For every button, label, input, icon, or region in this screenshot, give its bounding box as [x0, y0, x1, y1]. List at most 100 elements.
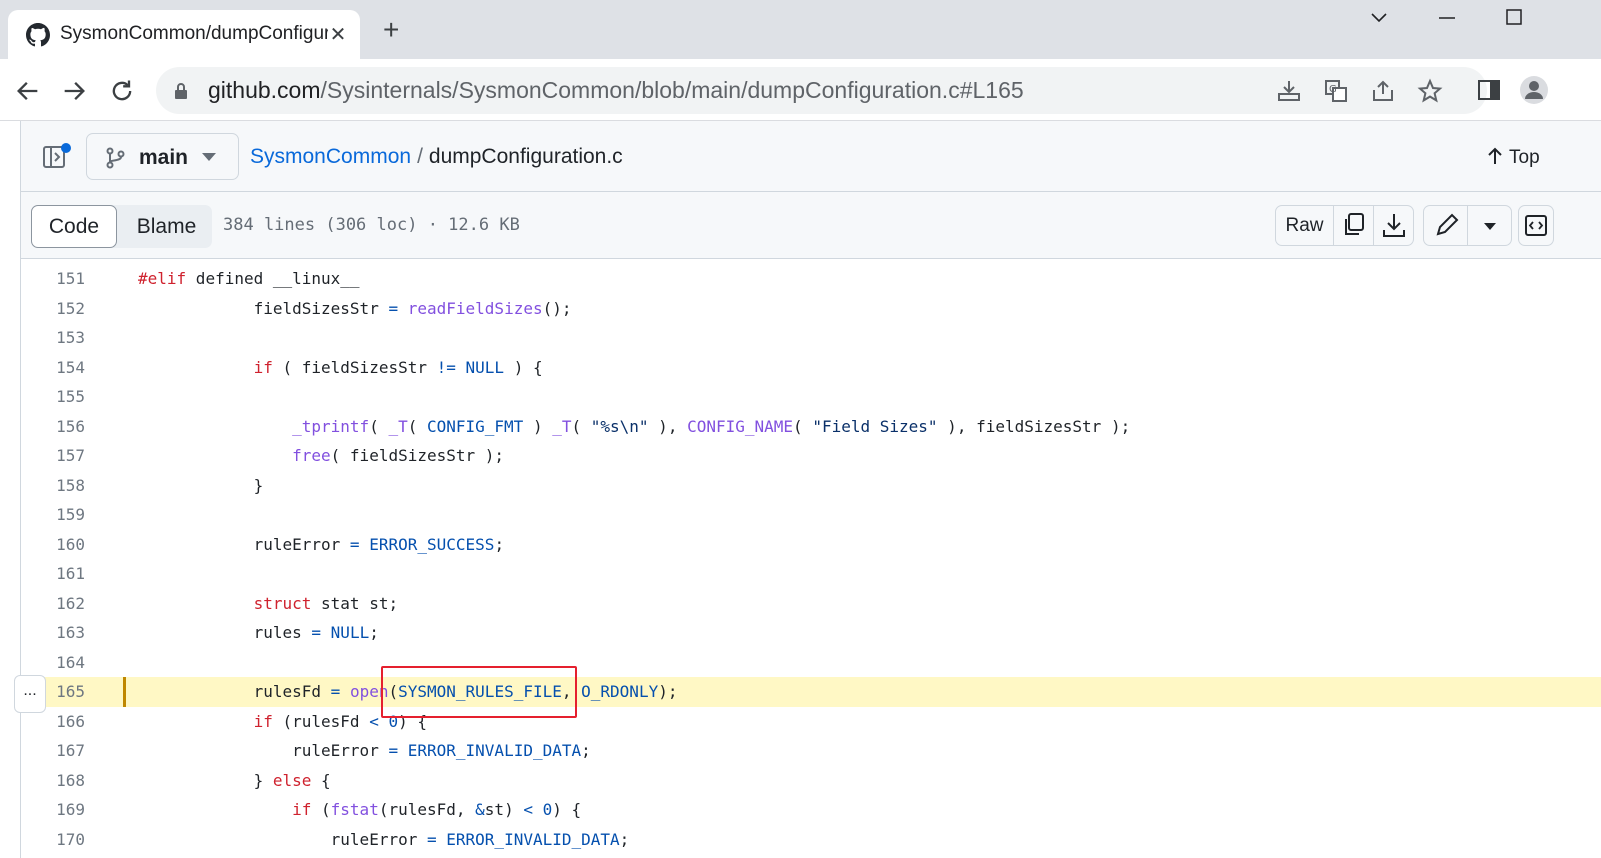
line-code: free( fieldSizesStr );: [292, 446, 505, 465]
pencil-icon: [1436, 213, 1459, 236]
code-line: 153: [21, 323, 1601, 353]
code-line: 151 #elif defined __linux__: [21, 264, 1601, 294]
code-line: 167 ruleError = ERROR_INVALID_DATA;: [21, 736, 1601, 766]
line-number[interactable]: 161: [21, 564, 85, 583]
breadcrumb: SysmonCommon / dumpConfiguration.c: [250, 145, 623, 169]
line-code: ruleError = ERROR_INVALID_DATA;: [138, 741, 591, 760]
line-number[interactable]: 162: [21, 594, 85, 613]
code-line: 160 ruleError = ERROR_SUCCESS;: [21, 530, 1601, 560]
line-code: struct stat st;: [253, 593, 399, 613]
highlight-line-marker: [123, 677, 126, 707]
browser-tab-strip: SysmonCommon/dumpConfiguration.c ✕ +: [0, 0, 1601, 59]
top-button[interactable]: Top: [1487, 147, 1540, 169]
git-branch-icon: [106, 147, 125, 169]
line-code: if ( fieldSizesStr != NULL ) {: [253, 357, 543, 377]
view-toggle: Code Blame: [31, 205, 212, 248]
code-line: 164: [21, 648, 1601, 678]
highlight-annotation-box: [381, 666, 577, 718]
back-icon[interactable]: [14, 77, 42, 105]
copy-icon: [1345, 213, 1364, 235]
breadcrumb-separator: /: [417, 145, 423, 168]
tab-code[interactable]: Code: [31, 205, 117, 248]
reload-icon[interactable]: [108, 77, 136, 105]
edit-actions-group: [1423, 205, 1512, 246]
minimize-icon[interactable]: [1438, 16, 1456, 20]
line-number[interactable]: 153: [21, 328, 85, 347]
line-number[interactable]: 157: [21, 446, 85, 465]
translate-icon[interactable]: G: [1323, 78, 1349, 104]
code-line: 154 if ( fieldSizesStr != NULL ) {: [21, 353, 1601, 383]
line-code: _tprintf( _T( CONFIG_FMT ) _T( "%s\n" ),…: [292, 416, 1131, 436]
line-number[interactable]: 168: [21, 771, 85, 790]
branch-name: main: [139, 146, 189, 169]
line-code: } else {: [138, 770, 331, 790]
line-number[interactable]: 169: [21, 800, 85, 819]
line-number[interactable]: 152: [21, 299, 85, 318]
edit-dropdown-button[interactable]: [1468, 206, 1512, 245]
line-code: ruleError = ERROR_SUCCESS;: [138, 534, 505, 554]
maximize-icon[interactable]: [1506, 9, 1522, 25]
branch-selector[interactable]: main: [86, 133, 239, 180]
code-line: 159: [21, 500, 1601, 530]
code-line: 158 }: [21, 471, 1601, 501]
line-number[interactable]: 151: [21, 269, 85, 288]
line-code: rules = NULL;: [138, 623, 379, 642]
tab-title: SysmonCommon/dumpConfiguration.c: [60, 23, 328, 44]
line-number[interactable]: 154: [21, 358, 85, 377]
copy-raw-button[interactable]: [1334, 206, 1374, 245]
raw-button[interactable]: Raw: [1276, 206, 1334, 245]
line-number[interactable]: 163: [21, 623, 85, 642]
tab-blame[interactable]: Blame: [121, 205, 212, 248]
caret-down-icon: [1484, 223, 1496, 230]
file-actions-group: Raw: [1275, 205, 1414, 246]
line-number[interactable]: 155: [21, 387, 85, 406]
bookmark-star-icon[interactable]: [1417, 78, 1443, 104]
file-header: main SysmonCommon / dumpConfiguration.c To…: [21, 121, 1601, 192]
code-line: 163 rules = NULL;: [21, 618, 1601, 648]
forward-icon[interactable]: [60, 77, 88, 105]
new-tab-icon[interactable]: +: [383, 16, 399, 44]
code-line: 169 if (fstat(rulesFd, &st) < 0) {: [21, 795, 1601, 825]
profile-avatar-icon[interactable]: [1519, 75, 1549, 105]
code-line: 162 struct stat st;: [21, 589, 1601, 619]
symbols-button[interactable]: [1518, 205, 1554, 246]
code-line: 165 rulesFd = open(SYSMON_RULES_FILE, O_…: [21, 677, 1601, 707]
edit-button[interactable]: [1424, 206, 1468, 245]
code-line: 166 if (rulesFd < 0) {: [21, 707, 1601, 737]
github-icon: [26, 23, 50, 47]
expand-lines-button[interactable]: ...: [14, 675, 46, 713]
repo-link[interactable]: SysmonCommon: [250, 145, 411, 168]
code-line: 152 fieldSizesStr = readFieldSizes();: [21, 294, 1601, 324]
code-line: 156 _tprintf( _T( CONFIG_FMT ) _T( "%s\n…: [21, 412, 1601, 442]
tab-search-icon[interactable]: [1370, 12, 1388, 24]
install-app-icon[interactable]: [1276, 78, 1302, 104]
line-number[interactable]: 156: [21, 417, 85, 436]
code-view: 151 #elif defined __linux__ 152 fieldSizes…: [21, 259, 1601, 858]
code-line: 168 } else {: [21, 766, 1601, 796]
line-number[interactable]: 160: [21, 535, 85, 554]
line-code: #elif defined __linux__: [138, 269, 360, 288]
caret-down-icon: [202, 153, 216, 161]
arrow-up-icon: [1488, 147, 1502, 164]
line-number[interactable]: 164: [21, 653, 85, 672]
code-square-icon: [1525, 215, 1547, 236]
line-number[interactable]: 158: [21, 476, 85, 495]
svg-text:G: G: [1329, 84, 1337, 95]
file-meta: 384 lines (306 loc) · 12.6 KB: [223, 215, 520, 235]
download-button[interactable]: [1374, 206, 1414, 245]
file-name: dumpConfiguration.c: [428, 145, 623, 168]
github-file-view: main SysmonCommon / dumpConfiguration.c To…: [14, 121, 1601, 858]
browser-tab[interactable]: SysmonCommon/dumpConfiguration.c ✕: [8, 10, 360, 59]
line-number[interactable]: 166: [21, 712, 85, 731]
side-panel-icon[interactable]: [1474, 75, 1504, 105]
line-number[interactable]: 170: [21, 830, 85, 849]
share-icon[interactable]: [1370, 78, 1396, 104]
lock-icon[interactable]: [174, 82, 188, 100]
expand-file-tree-icon[interactable]: [41, 141, 75, 173]
line-code: }: [138, 475, 264, 495]
browser-toolbar: github.com/Sysinternals/SysmonCommon/blo…: [0, 59, 1601, 121]
address-bar[interactable]: github.com/Sysinternals/SysmonCommon/blo…: [156, 67, 1487, 114]
line-number[interactable]: 167: [21, 741, 85, 760]
line-number[interactable]: 159: [21, 505, 85, 524]
close-tab-icon[interactable]: ✕: [326, 22, 350, 47]
